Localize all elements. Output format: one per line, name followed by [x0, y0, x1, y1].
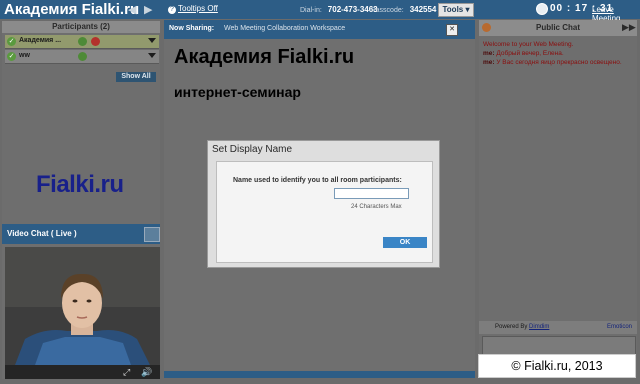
- fialki-logo: Fialki.ru: [36, 171, 124, 198]
- help-icon: ?: [168, 6, 176, 14]
- video-feed: [5, 247, 160, 365]
- chat-text: У Вас сегодня яицо прекрасно освещено.: [496, 59, 622, 66]
- clock-icon: [536, 3, 548, 15]
- dialin-info: Dial-in: 702-473-3463: [300, 5, 378, 14]
- chat-header: Public Chat ▶▶: [479, 20, 637, 36]
- now-sharing-label: Now Sharing:: [169, 25, 215, 32]
- presenter-check-icon: ✓: [7, 37, 16, 46]
- copyright-watermark: © Fialki.ru, 2013: [478, 354, 636, 378]
- slide-title: Академия Fialki.ru: [174, 46, 355, 68]
- dialog-title: Set Display Name: [212, 144, 293, 155]
- participant-name: ww: [19, 52, 30, 59]
- mic-icon[interactable]: [78, 37, 87, 46]
- fullscreen-icon[interactable]: ⤢: [123, 367, 130, 378]
- slide-subtitle: интернет-семинар: [174, 84, 301, 100]
- participant-name: Академия ...: [19, 37, 62, 44]
- passcode-value: 342554: [409, 5, 437, 14]
- ok-button[interactable]: OK: [383, 237, 427, 248]
- volume-icon[interactable]: 🔊: [141, 367, 152, 378]
- character-limit-hint: 24 Characters Max: [351, 204, 402, 210]
- video-chat-header: Video Chat ( Live ): [2, 224, 160, 244]
- display-name-label: Name used to identify you to all room pa…: [233, 177, 402, 184]
- chat-text: Добрый вечер, Елена.: [496, 50, 564, 57]
- sharing-footer-bar: [164, 371, 475, 378]
- participant-row[interactable]: ✓ ww: [5, 50, 159, 64]
- close-icon[interactable]: ✕: [446, 24, 458, 36]
- shared-document-name: Web Meeting Collaboration Workspace: [224, 25, 346, 32]
- tooltips-label: Tooltips Off: [178, 4, 218, 13]
- chat-message: me: У Вас сегодня яицо прекрасно освещен…: [483, 58, 633, 67]
- tooltips-toggle[interactable]: ? Tooltips Off: [168, 4, 218, 14]
- app-title: Академия Fialki.ru: [4, 1, 140, 18]
- dialin-label: Dial-in:: [300, 7, 322, 14]
- video-chat-title: Video Chat ( Live ): [7, 229, 77, 238]
- expand-arrow-icon[interactable]: ▶▶: [622, 22, 636, 33]
- chat-message: me: Добрый вечер, Елена.: [483, 49, 633, 58]
- chevron-down-icon[interactable]: [148, 53, 156, 58]
- video-settings-icon[interactable]: [144, 227, 160, 242]
- display-name-input[interactable]: [334, 188, 409, 199]
- left-panel: Participants (2) ✓ Академия ... ✓ ww Sho…: [2, 21, 160, 379]
- top-bar: Академия Fialki.ru ◀ ▶ ? Tooltips Off Dia…: [0, 0, 640, 23]
- dialog-body: Name used to identify you to all room pa…: [216, 161, 433, 263]
- set-display-name-dialog: Set Display Name Name used to identify y…: [207, 140, 440, 268]
- video-controls: ⤢ 🔊: [5, 365, 160, 379]
- presenter-check-icon: ✓: [7, 52, 16, 61]
- emoticon-button[interactable]: Emoticon: [607, 324, 632, 330]
- chat-messages: Welcome to your Web Meeting. me: Добрый …: [483, 40, 633, 67]
- chat-welcome: Welcome to your Web Meeting.: [483, 41, 574, 48]
- chevron-down-icon[interactable]: [148, 38, 156, 43]
- participants-header: Participants (2): [2, 21, 160, 33]
- dimdim-link[interactable]: Dimdim: [529, 324, 549, 330]
- chat-sender: me:: [483, 59, 495, 66]
- chat-title: Public Chat: [535, 23, 580, 32]
- tools-menu-button[interactable]: Tools ▾: [438, 3, 474, 17]
- mic-icon[interactable]: [78, 52, 87, 61]
- chat-sender: me:: [483, 50, 495, 57]
- chat-panel: Public Chat ▶▶ Welcome to your Web Meeti…: [479, 20, 637, 378]
- powered-by: Powered By Dimdim: [495, 324, 549, 330]
- mute-icon[interactable]: [91, 37, 100, 46]
- passcode-info: Passcode: 342554: [371, 5, 436, 14]
- sharing-header: Now Sharing: Web Meeting Collaboration W…: [164, 20, 475, 39]
- back-arrow-icon[interactable]: ◀: [128, 3, 136, 16]
- passcode-label: Passcode:: [371, 7, 404, 14]
- participant-row[interactable]: ✓ Академия ...: [5, 35, 159, 49]
- chat-footer: Powered By Dimdim Emoticon: [479, 321, 637, 334]
- forward-arrow-icon[interactable]: ▶: [144, 3, 152, 16]
- show-all-button[interactable]: Show All: [116, 72, 156, 82]
- powered-by-label: Powered By: [495, 324, 528, 330]
- webcam-image: [5, 247, 160, 365]
